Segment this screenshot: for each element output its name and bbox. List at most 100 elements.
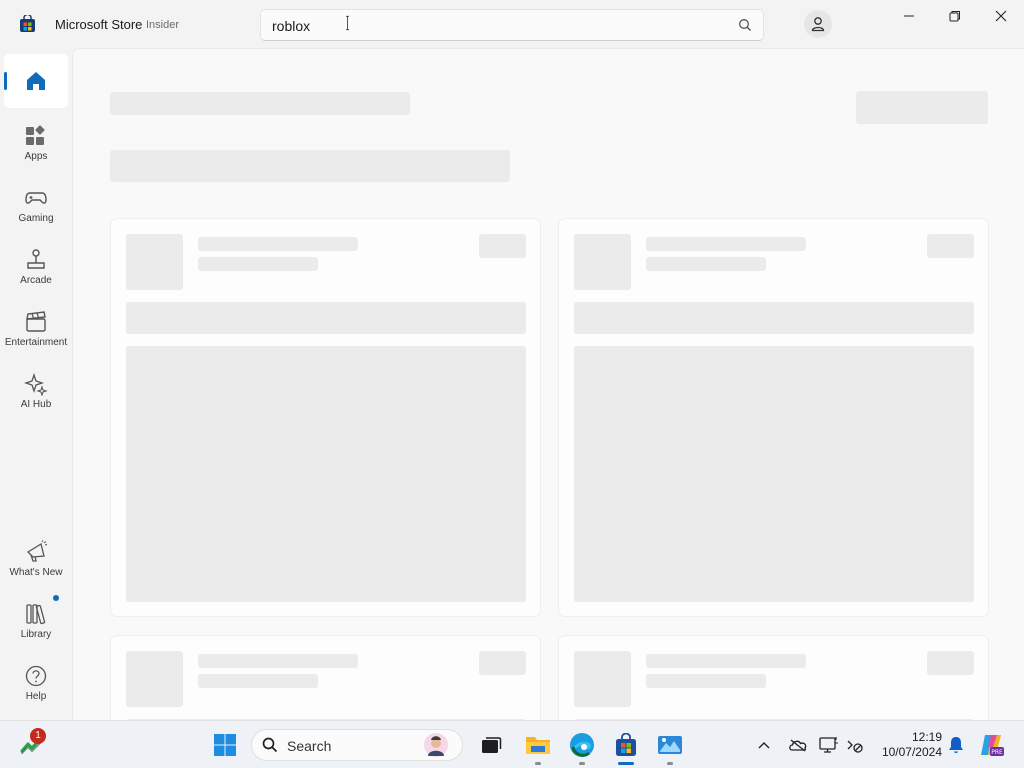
- photos-button[interactable]: [656, 731, 684, 765]
- text-cursor-icon: [346, 15, 349, 31]
- skeleton-subtitle: [646, 674, 766, 688]
- skeleton-screenshot: [126, 346, 526, 602]
- search-icon: [262, 737, 278, 753]
- selection-indicator: [4, 72, 7, 90]
- sidebar-item-gaming[interactable]: Gaming: [4, 178, 68, 234]
- sidebar-item-ai-hub[interactable]: AI Hub: [4, 364, 68, 420]
- megaphone-icon: [26, 540, 48, 562]
- bell-icon: [949, 737, 963, 753]
- skeleton-card: [110, 218, 541, 617]
- chevron-up-icon: [758, 742, 770, 749]
- skeleton-bar: [574, 302, 974, 334]
- sidebar-item-label: Apps: [24, 151, 48, 162]
- sidebar-item-arcade[interactable]: Arcade: [4, 240, 68, 296]
- sidebar-item-label: Entertainment: [4, 337, 68, 348]
- edge-icon: [570, 733, 594, 757]
- skeleton-app-icon: [574, 651, 631, 707]
- edge-button[interactable]: [568, 731, 596, 765]
- show-hidden-icons-button[interactable]: [752, 731, 776, 759]
- gamepad-icon: [25, 192, 47, 204]
- skeleton-subtitle: [198, 674, 318, 688]
- store-button[interactable]: [612, 731, 640, 765]
- help-icon: [25, 665, 47, 687]
- skeleton-subtitle: [646, 257, 766, 271]
- start-button[interactable]: [211, 731, 239, 759]
- skeleton-app-icon: [126, 234, 183, 290]
- skeleton-screenshot: [574, 346, 974, 602]
- minimize-icon: [904, 15, 914, 17]
- sidebar-item-library[interactable]: Library: [4, 594, 68, 650]
- insider-badge: Insider: [146, 19, 180, 31]
- close-button[interactable]: [978, 0, 1024, 32]
- onedrive-button[interactable]: [785, 731, 811, 759]
- account-button[interactable]: [804, 10, 832, 38]
- skeleton-action: [479, 651, 526, 675]
- skeleton-action: [479, 234, 526, 258]
- sidebar-item-label: AI Hub: [20, 399, 52, 410]
- sidebar-item-label: Arcade: [20, 275, 52, 286]
- sidebar-item-apps[interactable]: Apps: [4, 116, 68, 172]
- svg-text:PRE: PRE: [991, 749, 1003, 756]
- app-title: Microsoft Store: [55, 17, 143, 32]
- sidebar-item-label: Library: [20, 629, 52, 640]
- taskbar: Search 12:19 10/07/2024 PRE: [0, 720, 1024, 768]
- search-input[interactable]: roblox: [272, 18, 310, 34]
- running-indicator: [667, 762, 673, 765]
- skeleton-title: [646, 654, 806, 668]
- photos-icon: [658, 736, 682, 754]
- home-icon: [27, 72, 45, 90]
- search-box[interactable]: roblox: [260, 9, 764, 41]
- skeleton-bar: [126, 302, 526, 334]
- widgets-notification-badge: 1: [30, 728, 46, 744]
- display-icon: [819, 737, 838, 753]
- running-indicator: [535, 762, 541, 765]
- store-icon: [616, 733, 636, 756]
- clock-time: 12:19: [911, 730, 942, 744]
- user-icon: [811, 17, 825, 32]
- display-button[interactable]: [816, 731, 842, 759]
- skeleton-title: [198, 237, 358, 251]
- accessibility-button[interactable]: [842, 731, 868, 759]
- search-icon[interactable]: [738, 18, 752, 32]
- joystick-icon: [27, 249, 45, 269]
- task-view-button[interactable]: [477, 731, 505, 759]
- sidebar-item-whats-new[interactable]: What's New: [4, 532, 68, 588]
- file-explorer-button[interactable]: [524, 731, 552, 765]
- sidebar: Apps Gaming Arcade Entertainment AI Hub: [0, 48, 72, 720]
- file-explorer-icon: [526, 737, 550, 754]
- skeleton-heading: [110, 92, 410, 115]
- skeleton-app-icon: [574, 234, 631, 290]
- sparkle-icon: [24, 372, 48, 396]
- task-view-icon: [482, 737, 502, 753]
- taskbar-search[interactable]: Search: [251, 729, 463, 761]
- minimize-button[interactable]: [886, 0, 932, 32]
- skeleton-action: [927, 234, 974, 258]
- skeleton-subtitle: [198, 257, 318, 271]
- sidebar-item-entertainment[interactable]: Entertainment: [4, 302, 68, 358]
- restore-button[interactable]: [932, 0, 978, 32]
- sidebar-item-help[interactable]: Help: [4, 656, 68, 712]
- skeleton-action: [927, 651, 974, 675]
- skeleton-button: [856, 91, 988, 124]
- apps-icon: [26, 125, 45, 145]
- search-highlight-icon: [424, 733, 448, 757]
- copilot-icon: PRE: [981, 735, 1004, 756]
- active-indicator: [618, 762, 634, 765]
- restore-icon: [949, 11, 960, 22]
- notifications-button[interactable]: [944, 731, 968, 759]
- running-indicator: [579, 762, 585, 765]
- sidebar-item-label: What's New: [9, 567, 63, 578]
- clock[interactable]: 12:19 10/07/2024: [882, 730, 942, 760]
- sidebar-item-home[interactable]: [4, 54, 68, 108]
- skeleton-card: [110, 635, 541, 720]
- update-dot: [53, 595, 59, 601]
- main-content: [72, 48, 1024, 720]
- library-icon: [26, 604, 46, 625]
- clock-date: 10/07/2024: [881, 745, 942, 759]
- skeleton-card: [558, 635, 989, 720]
- copilot-button[interactable]: PRE: [978, 731, 1006, 759]
- onedrive-icon: [789, 739, 807, 752]
- close-icon: [995, 10, 1007, 22]
- skeleton-app-icon: [126, 651, 183, 707]
- store-logo-icon: [20, 15, 35, 32]
